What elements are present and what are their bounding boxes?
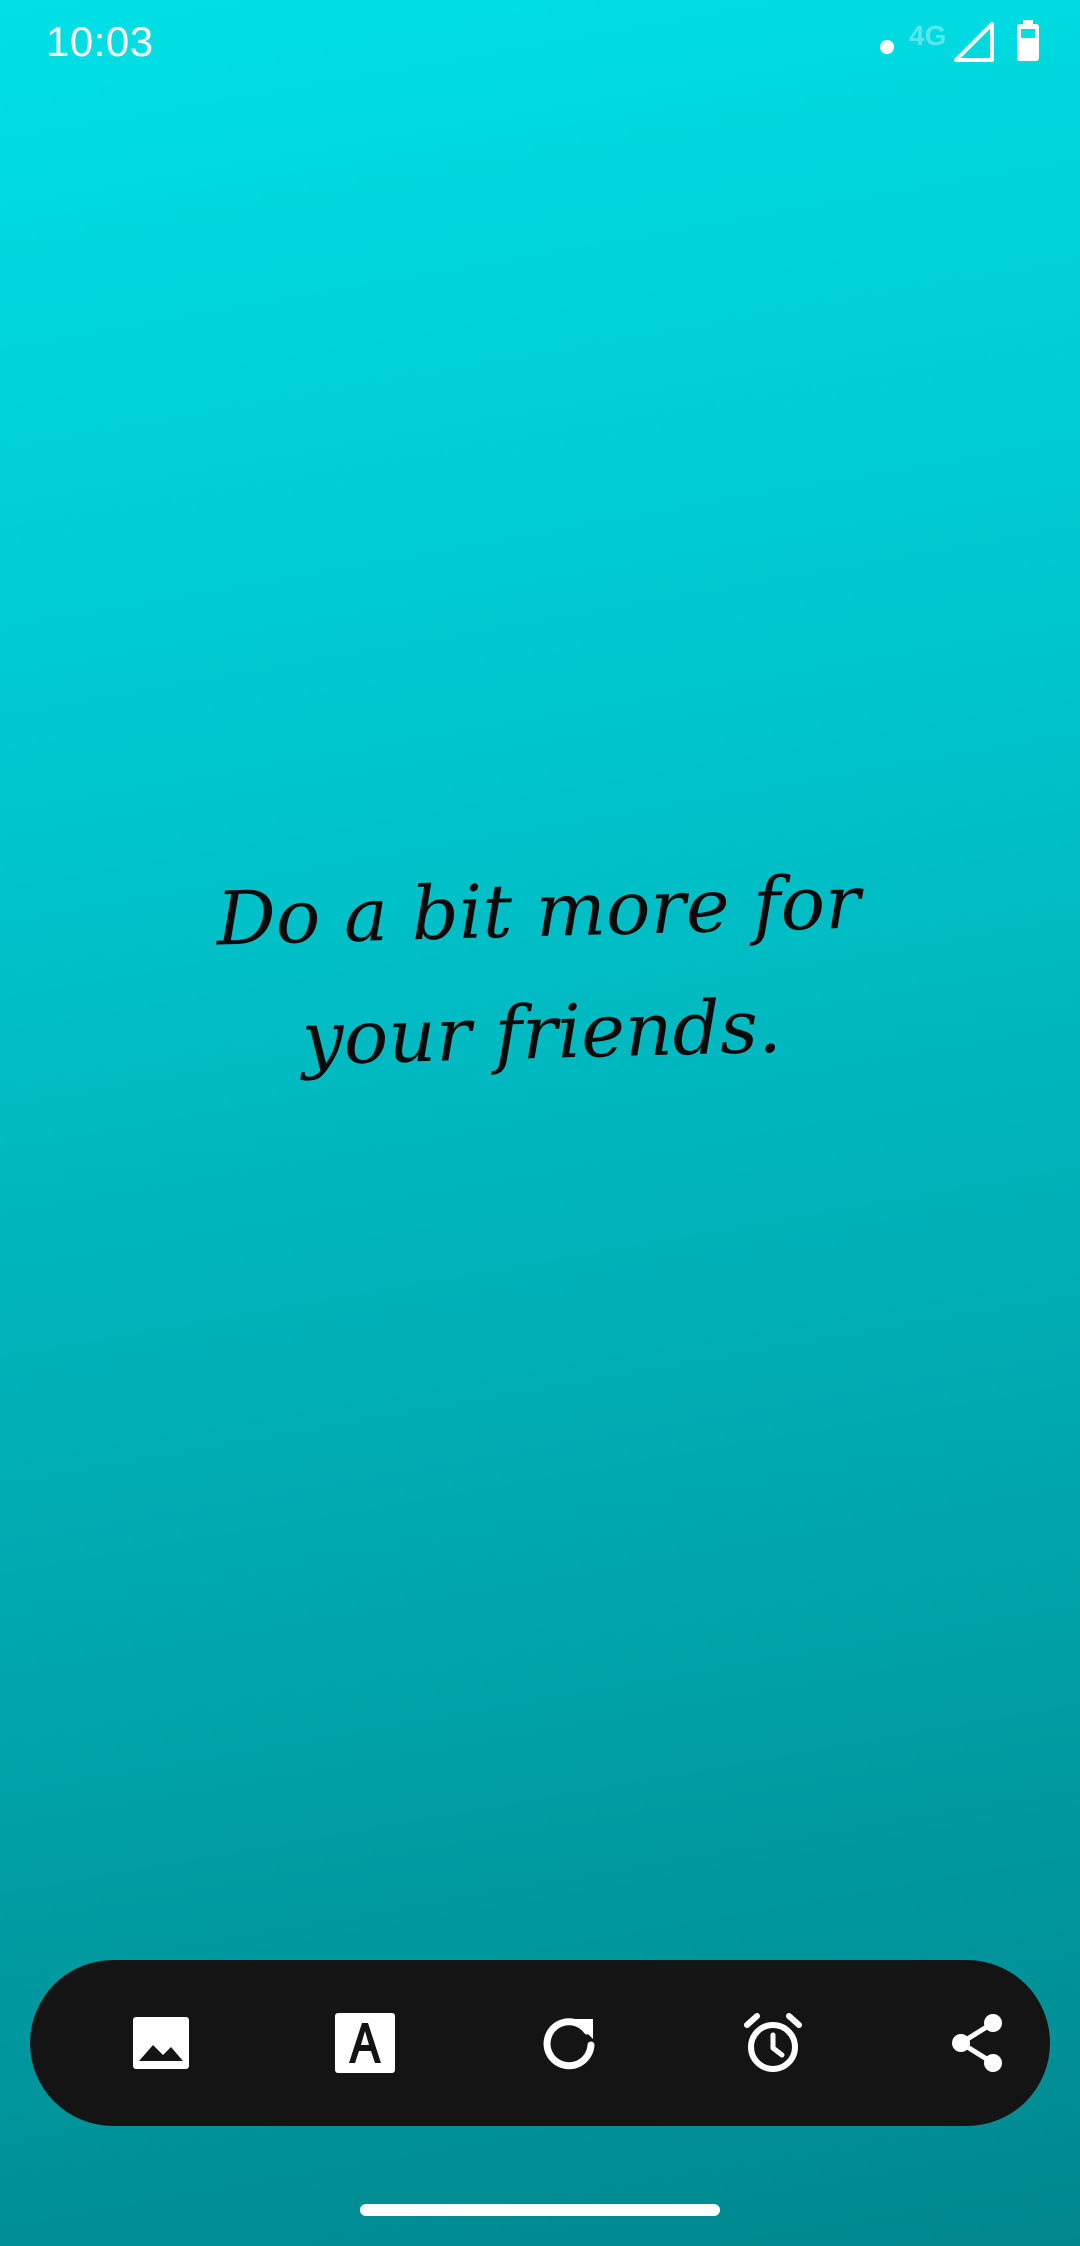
status-bar: 10:03 4G <box>0 0 1080 90</box>
font-button[interactable] <box>315 1993 415 2093</box>
notification-dot-icon <box>880 40 894 54</box>
background-image-button[interactable] <box>111 1993 211 2093</box>
reminder-button[interactable] <box>723 1993 823 2093</box>
battery-icon <box>1017 20 1039 61</box>
font-icon <box>335 2013 395 2073</box>
refresh-button[interactable] <box>519 1993 619 2093</box>
refresh-icon <box>543 2018 595 2070</box>
home-indicator[interactable] <box>360 2204 720 2216</box>
signal-icon <box>954 22 994 62</box>
quote-container: Do a bit more for your friends. <box>130 850 950 1094</box>
status-time: 10:03 <box>46 18 154 65</box>
share-icon <box>952 2014 1002 2072</box>
network-type-label: 4G <box>909 20 947 51</box>
image-icon <box>133 2017 189 2069</box>
bottom-toolbar <box>30 1960 1050 2126</box>
alarm-icon <box>744 2013 802 2072</box>
quote-text: Do a bit more for your friends. <box>215 859 862 1083</box>
share-button[interactable] <box>927 1993 1027 2093</box>
